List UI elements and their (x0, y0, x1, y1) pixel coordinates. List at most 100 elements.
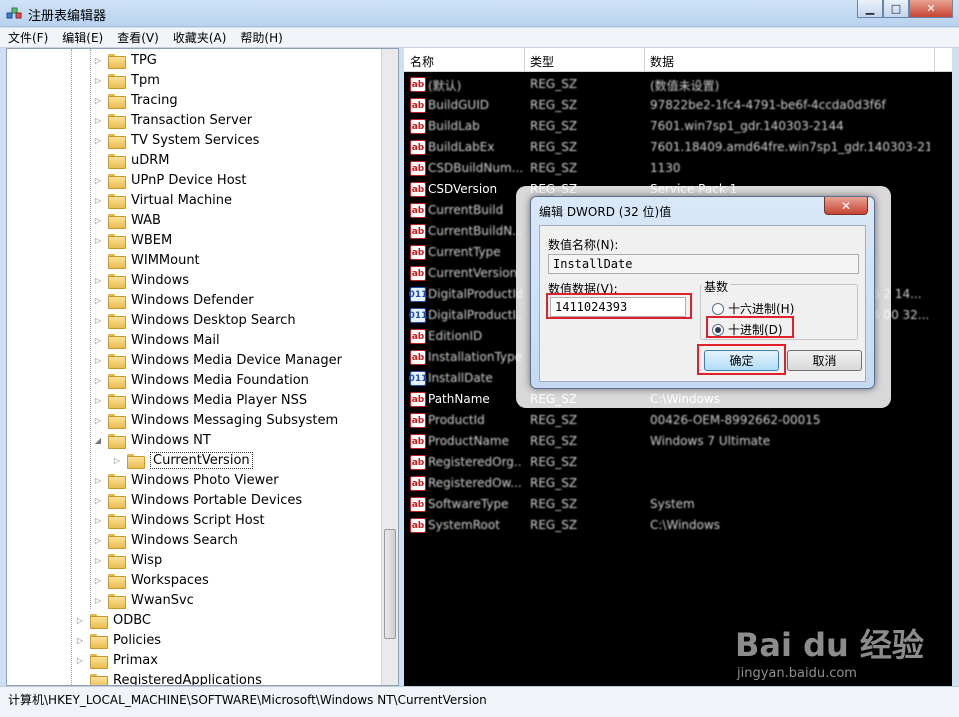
tree-item[interactable]: ▷ Windows Desktop Search (93, 310, 296, 330)
expand-arrow-icon[interactable]: ▷ (93, 276, 103, 285)
list-row[interactable]: ab BuildLab REG_SZ 7601.win7sp1_gdr.140303-… (404, 116, 952, 137)
tree-item[interactable]: ▷ Windows Messaging Subsystem (93, 410, 338, 430)
tree-item[interactable]: ▷ WAB (93, 210, 161, 230)
expand-arrow-icon[interactable]: ▷ (93, 496, 103, 505)
column-header-data[interactable]: 数据 (650, 53, 674, 70)
tree-item[interactable]: ▷ Windows Portable Devices (93, 490, 302, 510)
expand-arrow-icon[interactable]: ▷ (93, 196, 103, 205)
expand-arrow-icon[interactable]: ▷ (93, 516, 103, 525)
expand-arrow-icon[interactable]: ▷ (93, 556, 103, 565)
expand-arrow-icon[interactable]: ▷ (93, 356, 103, 365)
expand-arrow-icon[interactable]: ▷ (75, 616, 85, 625)
tree-scrollbar[interactable] (381, 49, 398, 685)
expand-arrow-icon[interactable]: ▷ (93, 96, 103, 105)
list-row[interactable]: ab BuildLabEx REG_SZ 7601.18409.amd64fre.wi… (404, 137, 952, 158)
row-name: InstallationType (428, 350, 522, 364)
tree-item[interactable]: ◢ Windows NT (93, 430, 211, 450)
column-separator[interactable] (524, 48, 525, 72)
registry-tree[interactable]: ▷ TPG ▷ Tpm ▷ Tracing ▷ Transaction Server ▷ TV S… (6, 48, 399, 686)
close-button[interactable]: ✕ (909, 0, 953, 18)
column-header-type[interactable]: 类型 (530, 53, 554, 70)
expand-arrow-icon[interactable]: ▷ (93, 236, 103, 245)
menu-file[interactable]: 文件(F) (8, 29, 48, 46)
list-row[interactable]: ab (默认) REG_SZ (数值未设置) (404, 74, 952, 95)
tree-item[interactable]: ▷ WwanSvc (93, 590, 194, 610)
expand-arrow-icon[interactable]: ▷ (112, 456, 122, 465)
tree-item[interactable]: ▷ Tpm (93, 70, 160, 90)
expand-arrow-icon[interactable]: ▷ (93, 536, 103, 545)
column-separator[interactable] (644, 48, 645, 72)
tree-item[interactable]: ▷ Windows Media Device Manager (93, 350, 342, 370)
menu-edit[interactable]: 编辑(E) (62, 29, 103, 46)
string-value-icon: ab (410, 161, 426, 176)
expand-arrow-icon[interactable]: ▷ (93, 76, 103, 85)
tree-item[interactable]: ▷ UPnP Device Host (93, 170, 247, 190)
radio-hex[interactable] (712, 302, 724, 315)
expand-arrow-icon[interactable]: ▷ (93, 476, 103, 485)
tree-item[interactable]: ▷ Windows Media Foundation (93, 370, 309, 390)
tree-item[interactable]: ▷ WBEM (93, 230, 172, 250)
expand-arrow-icon[interactable]: ▷ (93, 296, 103, 305)
tree-item[interactable]: ▷ Windows Photo Viewer (93, 470, 279, 490)
expand-arrow-icon[interactable]: ▷ (93, 396, 103, 405)
expand-arrow-icon[interactable]: ▷ (93, 376, 103, 385)
tree-item[interactable]: ▷ TV System Services (93, 130, 259, 150)
tree-item[interactable]: ▷ Windows Defender (93, 290, 254, 310)
expand-arrow-icon[interactable]: ▷ (93, 216, 103, 225)
maximize-button[interactable]: □ (883, 0, 909, 18)
expand-arrow-icon[interactable]: ▷ (75, 636, 85, 645)
expand-arrow-icon[interactable]: ▷ (93, 116, 103, 125)
row-name: CurrentType (428, 245, 501, 259)
expand-arrow-icon[interactable]: ▷ (93, 176, 103, 185)
expand-arrow-icon[interactable]: ▷ (93, 136, 103, 145)
menu-view[interactable]: 查看(V) (117, 29, 159, 46)
tree-item[interactable]: ▷ Windows (93, 270, 189, 290)
tree-item[interactable]: ▷ Virtual Machine (93, 190, 232, 210)
tree-item[interactable]: RegisteredApplications (75, 670, 262, 685)
menu-favorites[interactable]: 收藏夹(A) (173, 29, 227, 46)
list-row[interactable]: ab CSDBuildNum... REG_SZ 1130 (404, 158, 952, 179)
tree-item[interactable]: ▷ Workspaces (93, 570, 209, 590)
tree-item[interactable]: ▷ Wisp (93, 550, 162, 570)
expand-arrow-icon[interactable]: ▷ (93, 316, 103, 325)
tree-item[interactable]: ▷ TPG (93, 50, 157, 70)
tree-item[interactable]: ▷ Windows Mail (93, 330, 220, 350)
list-row[interactable]: ab BuildGUID REG_SZ 97822be2-1fc4-4791-be6f… (404, 95, 952, 116)
expand-arrow-icon[interactable]: ▷ (93, 596, 103, 605)
collapse-arrow-icon[interactable]: ◢ (93, 436, 103, 445)
column-separator[interactable] (934, 48, 935, 72)
tree-item[interactable]: uDRM (93, 150, 170, 170)
dialog-close-button[interactable]: ✕ (824, 197, 868, 215)
tree-item[interactable]: ▷ Policies (75, 630, 161, 650)
tree-item[interactable]: ▷ Primax (75, 650, 158, 670)
value-name-label: 数值名称(N): (548, 238, 619, 252)
tree-scrollbar-thumb[interactable] (384, 529, 396, 639)
list-row[interactable]: ab ProductId REG_SZ 00426-OEM-8992662-00015 (404, 410, 952, 431)
tree-item[interactable]: ▷ Tracing (93, 90, 178, 110)
expand-arrow-icon[interactable]: ▷ (93, 416, 103, 425)
row-type: REG_SZ (530, 98, 578, 112)
title-bar[interactable]: 注册表编辑器 ▁ □ ✕ (0, 0, 959, 27)
list-row[interactable]: ab SystemRoot REG_SZ C:\Windows (404, 515, 952, 536)
minimize-button[interactable]: ▁ (857, 0, 883, 18)
list-row[interactable]: ab RegisteredOw... REG_SZ (404, 473, 952, 494)
tree-item[interactable]: ▷ ODBC (75, 610, 151, 630)
expand-arrow-icon[interactable]: ▷ (75, 656, 85, 665)
tree-item[interactable]: ▷ Transaction Server (93, 110, 252, 130)
column-header-name[interactable]: 名称 (410, 53, 434, 70)
tree-item[interactable]: ▷ CurrentVersion (112, 450, 253, 470)
cancel-button[interactable]: 取消 (787, 350, 862, 371)
menu-help[interactable]: 帮助(H) (240, 29, 282, 46)
list-row[interactable]: ab ProductName REG_SZ Windows 7 Ultimate (404, 431, 952, 452)
tree-item[interactable]: ▷ Windows Search (93, 530, 238, 550)
string-value-icon: ab (410, 98, 426, 113)
tree-item[interactable]: WIMMount (93, 250, 200, 270)
radio-hex-row[interactable]: 十六进制(H) (712, 300, 794, 317)
tree-item[interactable]: ▷ Windows Media Player NSS (93, 390, 307, 410)
list-row[interactable]: ab RegisteredOrg... REG_SZ (404, 452, 952, 473)
tree-item[interactable]: ▷ Windows Script Host (93, 510, 265, 530)
list-row[interactable]: ab SoftwareType REG_SZ System (404, 494, 952, 515)
expand-arrow-icon[interactable]: ▷ (93, 56, 103, 65)
expand-arrow-icon[interactable]: ▷ (93, 336, 103, 345)
expand-arrow-icon[interactable]: ▷ (93, 576, 103, 585)
